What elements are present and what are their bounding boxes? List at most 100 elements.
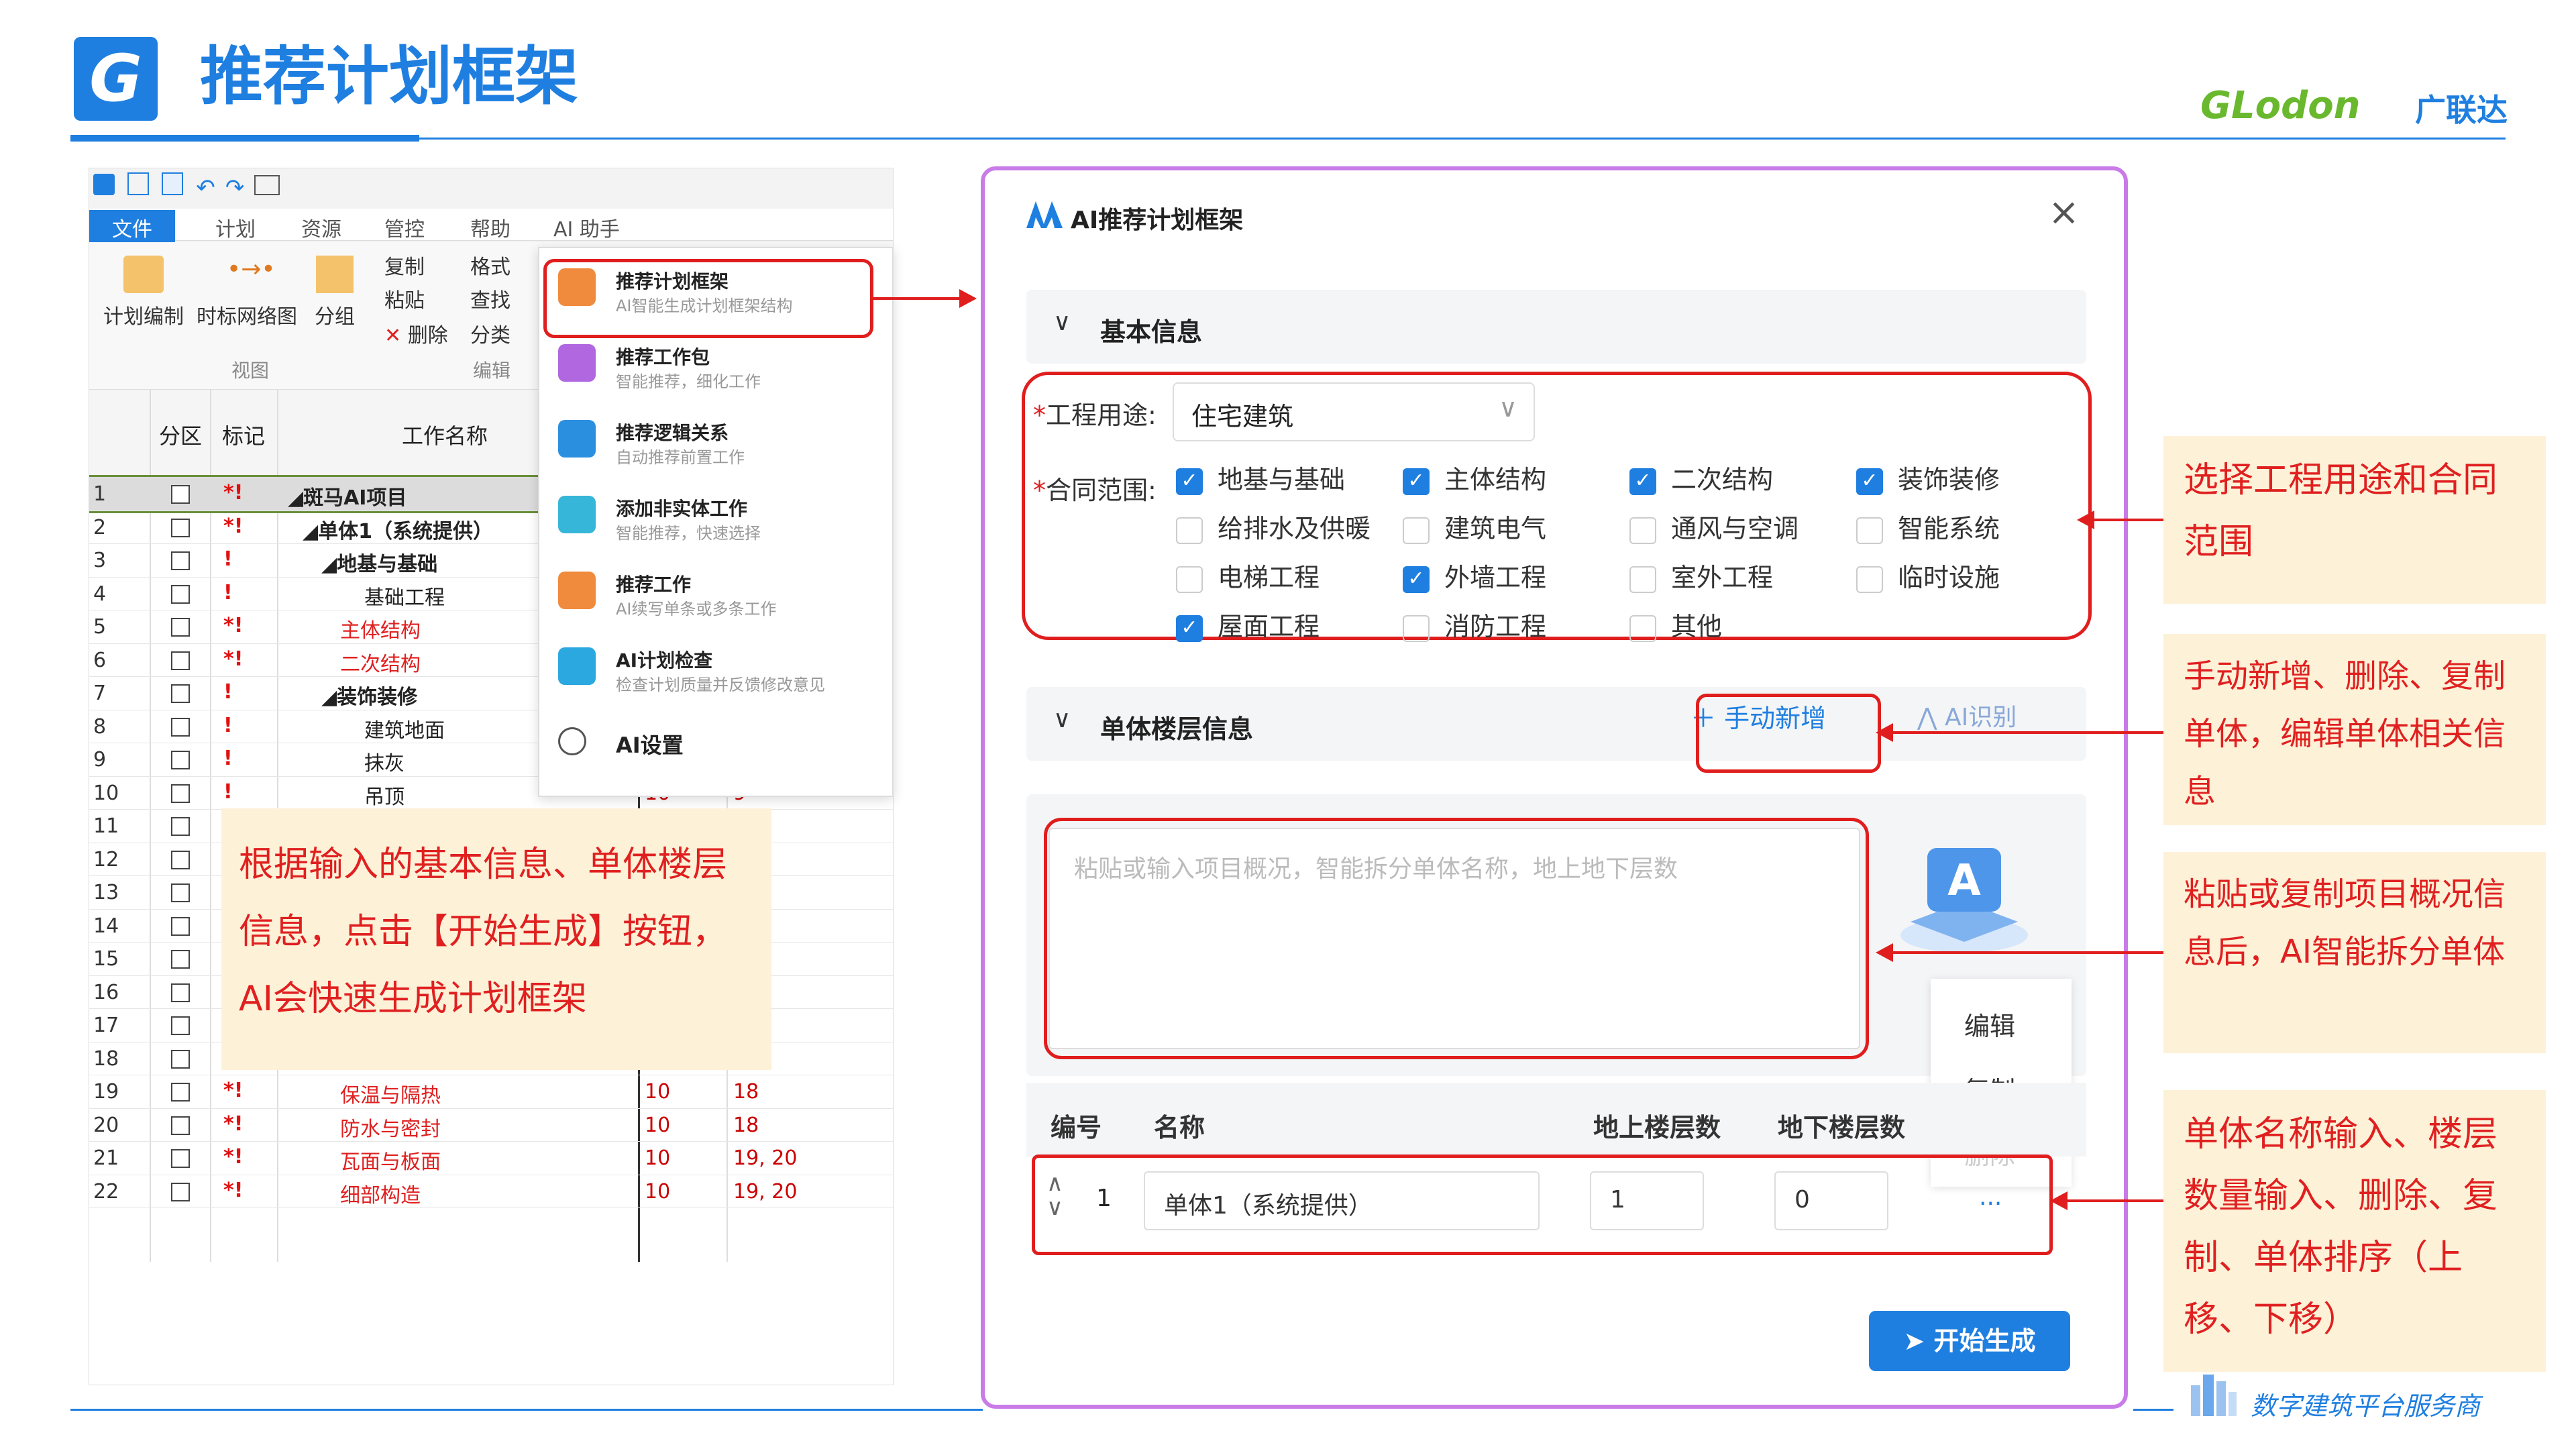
ai-menu-item[interactable]: 推荐工作包 智能推荐，细化工作 — [539, 331, 895, 405]
row-checkbox[interactable] — [171, 485, 190, 504]
section-basic-info[interactable]: ∨ 基本信息 — [1026, 290, 2086, 364]
task-name[interactable]: ◢装饰装修 — [321, 680, 417, 710]
row-checkbox[interactable] — [171, 983, 190, 1002]
table-row[interactable]: 22 *! 细部构造 10 19, 20 — [89, 1175, 893, 1208]
row-checkbox[interactable] — [171, 950, 190, 969]
delete-icon: ✕ — [384, 324, 408, 347]
task-name[interactable]: 抹灰 — [364, 747, 405, 776]
scope-checkbox[interactable]: ✓ 外墙工程 — [1403, 557, 1546, 594]
tab-control[interactable]: 管控 — [384, 213, 425, 242]
scope-checkbox[interactable]: ✓ 装饰装修 — [1856, 459, 2000, 496]
row-checkbox[interactable] — [171, 883, 190, 902]
scope-checkbox[interactable]: 建筑电气 — [1403, 508, 1546, 545]
scope-checkbox[interactable]: ✓ 屋面工程 — [1176, 606, 1320, 643]
tab-ai-assistant[interactable]: AI 助手 — [553, 213, 620, 242]
scope-checkbox[interactable]: 消防工程 — [1403, 606, 1546, 643]
tab-file[interactable]: 文件 — [89, 210, 175, 245]
scope-checkbox[interactable]: ✓ 二次结构 — [1629, 459, 1773, 496]
print-icon[interactable] — [254, 175, 280, 195]
row-checkbox[interactable] — [171, 684, 190, 703]
task-name[interactable]: ◢单体1（系统提供） — [303, 515, 493, 544]
format-button[interactable]: 格式 — [470, 250, 537, 280]
footer-divider — [70, 1409, 983, 1411]
save-icon[interactable] — [162, 172, 184, 195]
scope-checkbox[interactable]: ✓ 地基与基础 — [1176, 459, 1345, 496]
row-checkbox[interactable] — [171, 1016, 190, 1035]
scope-checkbox[interactable]: 室外工程 — [1629, 557, 1773, 594]
task-name[interactable]: 二次结构 — [340, 647, 421, 677]
row-checkbox[interactable] — [171, 618, 190, 637]
row-checkbox[interactable] — [171, 784, 190, 803]
col-header-zone[interactable]: 分区 — [159, 419, 202, 450]
row-number: 3 — [93, 549, 107, 572]
row-checkbox[interactable] — [171, 717, 190, 737]
delete-button[interactable]: ✕ 删除 — [384, 319, 458, 348]
paste-button[interactable]: 粘贴 — [384, 284, 451, 313]
ai-menu-item[interactable]: AI计划检查 检查计划质量并反馈修改意见 — [539, 634, 895, 708]
col-header-task-name[interactable]: 工作名称 — [402, 419, 488, 450]
undo-icon[interactable]: ↶ — [196, 174, 215, 201]
row-checkbox[interactable] — [171, 584, 190, 604]
tab-resource[interactable]: 资源 — [301, 213, 341, 242]
scope-checkbox[interactable]: 电梯工程 — [1176, 557, 1320, 594]
task-name[interactable]: 基础工程 — [364, 581, 445, 610]
task-name[interactable]: 防水与密封 — [340, 1112, 441, 1142]
ai-menu-item[interactable]: 推荐工作 AI续写单条或多条工作 — [539, 558, 895, 632]
task-name[interactable]: 细部构造 — [340, 1179, 421, 1208]
task-name[interactable]: 保温与隔热 — [340, 1079, 441, 1108]
start-generate-button[interactable]: ➤ 开始生成 — [1869, 1311, 2070, 1371]
close-icon[interactable]: × — [2048, 191, 2080, 234]
row-checkbox[interactable] — [171, 518, 190, 537]
row-checkbox[interactable] — [171, 817, 190, 836]
row-checkbox[interactable] — [171, 1182, 190, 1201]
task-name[interactable]: 主体结构 — [340, 614, 421, 643]
copy-button[interactable]: 复制 — [384, 250, 451, 280]
scope-checkbox-label: 地基与基础 — [1218, 465, 1346, 494]
tab-help[interactable]: 帮助 — [470, 213, 511, 242]
col-header-mark[interactable]: 标记 — [222, 419, 265, 450]
ai-menu-item[interactable]: 推荐逻辑关系 自动推荐前置工作 — [539, 407, 895, 480]
redo-icon[interactable]: ↷ — [225, 174, 245, 201]
find-button[interactable]: 查找 — [470, 284, 537, 313]
ai-menu-item[interactable]: 添加非实体工作 智能推荐，快速选择 — [539, 482, 895, 556]
task-name[interactable]: 建筑地面 — [364, 714, 445, 743]
ai-menu-item[interactable]: AI设置 — [539, 710, 895, 784]
ai-recognize-button[interactable]: ⋀ AI识别 — [1917, 698, 2017, 733]
note-add-building: 手动新增、删除、复制单体，编辑单体相关信息 — [2163, 634, 2546, 825]
row-checkbox[interactable] — [171, 1116, 190, 1135]
new-file-icon[interactable] — [127, 172, 150, 195]
scope-checkbox[interactable]: 通风与空调 — [1629, 508, 1799, 545]
task-predecessor: 18 — [733, 1080, 759, 1104]
row-checkbox[interactable] — [171, 1049, 190, 1069]
row-mark: *! — [223, 647, 244, 671]
task-name[interactable]: ◢斑马AI项目 — [288, 481, 407, 511]
scope-checkbox[interactable]: 其他 — [1629, 606, 1722, 643]
task-name[interactable]: ◢地基与基础 — [321, 547, 437, 577]
row-checkbox[interactable] — [171, 916, 190, 936]
project-use-select[interactable]: 住宅建筑 ∨ — [1173, 382, 1535, 441]
tab-plan[interactable]: 计划 — [215, 213, 256, 242]
row-checkbox[interactable] — [171, 1149, 190, 1168]
task-predecessor: 19, 20 — [733, 1179, 798, 1203]
task-name[interactable]: 吊顶 — [364, 780, 405, 810]
scope-checkbox[interactable]: 智能系统 — [1856, 508, 2000, 545]
ai-small-icon: ⋀ — [1917, 704, 1945, 731]
row-checkbox[interactable] — [171, 1083, 190, 1102]
table-row[interactable]: 20 *! 防水与密封 10 18 — [89, 1108, 893, 1142]
ctx-edit[interactable]: 编辑 — [1964, 1006, 2015, 1042]
time-network-button[interactable]: •→• 时标网络图 — [190, 256, 304, 329]
row-checkbox[interactable] — [171, 651, 190, 670]
scope-checkbox[interactable]: 给排水及供暖 — [1176, 508, 1371, 545]
row-checkbox[interactable] — [171, 751, 190, 769]
row-checkbox[interactable] — [171, 850, 190, 869]
plan-edit-button[interactable]: 计划编制 — [100, 256, 187, 329]
table-row[interactable]: 19 *! 保温与隔热 10 18 — [89, 1075, 893, 1109]
group-button[interactable]: 分组 — [308, 256, 362, 329]
scope-checkbox[interactable]: ✓ 主体结构 — [1403, 459, 1546, 496]
task-name[interactable]: 瓦面与板面 — [340, 1145, 441, 1175]
classify-button[interactable]: 分类 — [470, 319, 537, 348]
row-checkbox[interactable] — [171, 551, 190, 570]
scope-checkbox-label: 临时设施 — [1898, 563, 2000, 592]
scope-checkbox[interactable]: 临时设施 — [1856, 557, 2000, 594]
table-row[interactable]: 21 *! 瓦面与板面 10 19, 20 — [89, 1141, 893, 1175]
